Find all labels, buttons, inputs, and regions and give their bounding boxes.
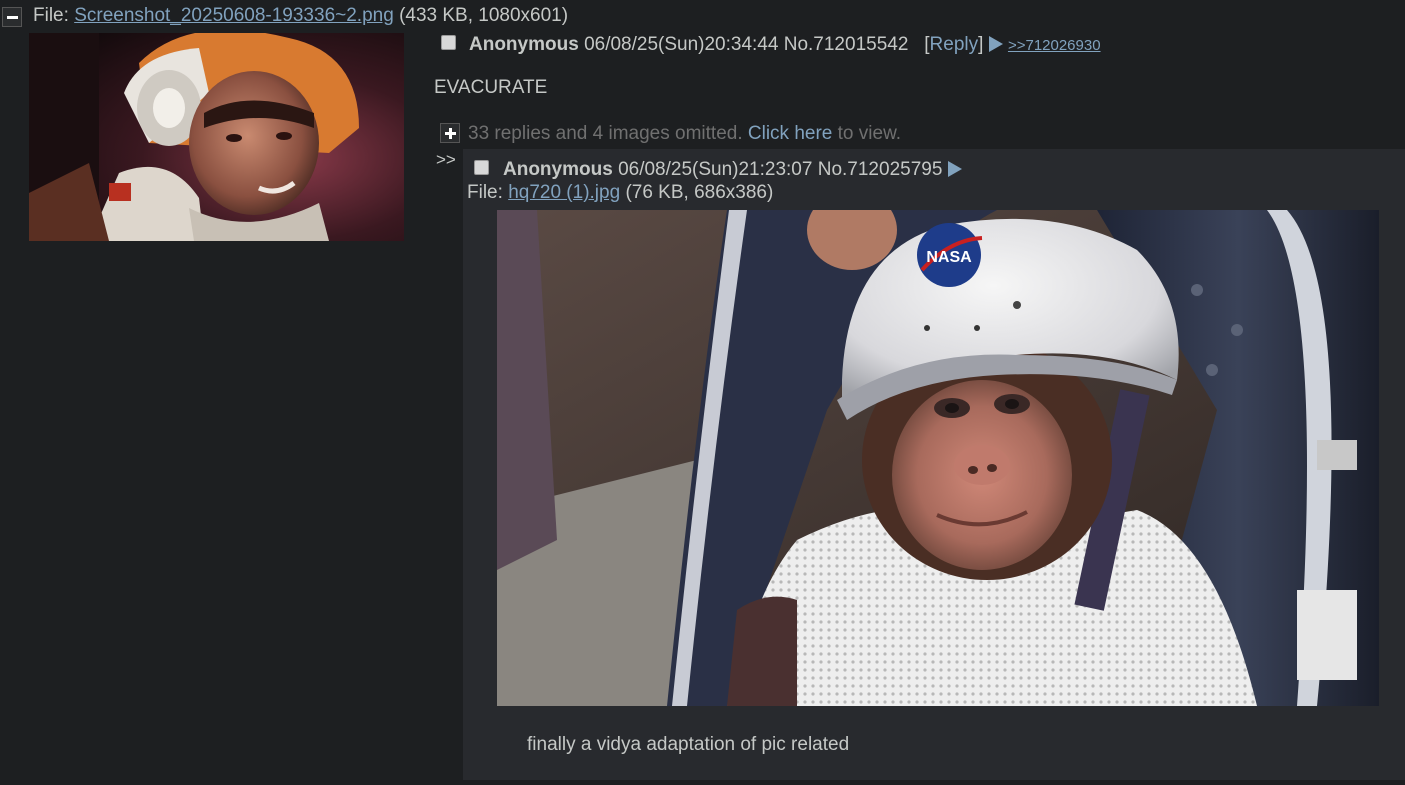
op-comment: EVACURATE <box>434 77 548 98</box>
reply-file-info: File: hq720 (1).jpg (76 KB, 686x386) <box>467 182 773 204</box>
expand-omitted-link[interactable]: Click here <box>748 123 832 144</box>
op-datetime: 06/08/25(Sun)20:34:44 <box>584 34 779 55</box>
minus-icon <box>7 16 18 19</box>
reply-file-meta: (76 KB, 686x386) <box>625 182 774 203</box>
reply-post-header: Anonymous 06/08/25(Sun)21:23:07 No.71202… <box>503 159 962 181</box>
reply-poster-name: Anonymous <box>503 159 613 180</box>
op-post-header: Anonymous 06/08/25(Sun)20:34:44 No.71201… <box>469 34 1101 56</box>
op-file-label: File: <box>33 5 69 26</box>
op-thumbnail[interactable] <box>29 33 404 241</box>
op-file-info: File: Screenshot_20250608-193336~2.png (… <box>33 5 568 27</box>
omitted-suffix: to view. <box>837 123 902 144</box>
plus-icon <box>449 128 452 139</box>
op-thumbnail-image <box>29 33 404 241</box>
reply-select-checkbox[interactable] <box>474 160 489 175</box>
op-select-checkbox[interactable] <box>441 35 456 50</box>
reply-image[interactable]: NASA <box>497 210 1379 706</box>
reply-file-link[interactable]: hq720 (1).jpg <box>508 182 620 203</box>
omitted-text: 33 replies and 4 images omitted. <box>468 123 743 144</box>
nasa-logo-text: NASA <box>926 249 972 266</box>
reply-file-label: File: <box>467 182 503 203</box>
reply-comment: finally a vidya adaptation of pic relate… <box>527 734 850 755</box>
op-file-link[interactable]: Screenshot_20250608-193336~2.png <box>74 5 394 26</box>
omitted-notice: 33 replies and 4 images omitted. Click h… <box>468 123 901 145</box>
reply-bracket-close: ] <box>978 34 984 55</box>
op-poster-name: Anonymous <box>469 34 579 55</box>
reply-datetime: 06/08/25(Sun)21:23:07 <box>618 159 813 180</box>
reply-link[interactable]: Reply <box>930 34 979 55</box>
post-menu-arrow-icon[interactable] <box>988 36 1003 52</box>
reply-image-content: NASA <box>497 210 1379 706</box>
hide-thread-toggle[interactable] <box>2 7 22 27</box>
op-file-meta: (433 KB, 1080x601) <box>399 5 569 26</box>
backlink[interactable]: >>712026930 <box>1008 37 1101 54</box>
reply-link-wrapper: [Reply] <box>924 34 983 55</box>
reply-post-number[interactable]: No.712025795 <box>818 159 943 180</box>
reply-side-arrows: >> <box>436 150 456 169</box>
op-post-number[interactable]: No.712015542 <box>784 34 909 55</box>
reply-menu-arrow-icon[interactable] <box>947 161 962 177</box>
expand-thread-toggle[interactable] <box>440 123 460 143</box>
